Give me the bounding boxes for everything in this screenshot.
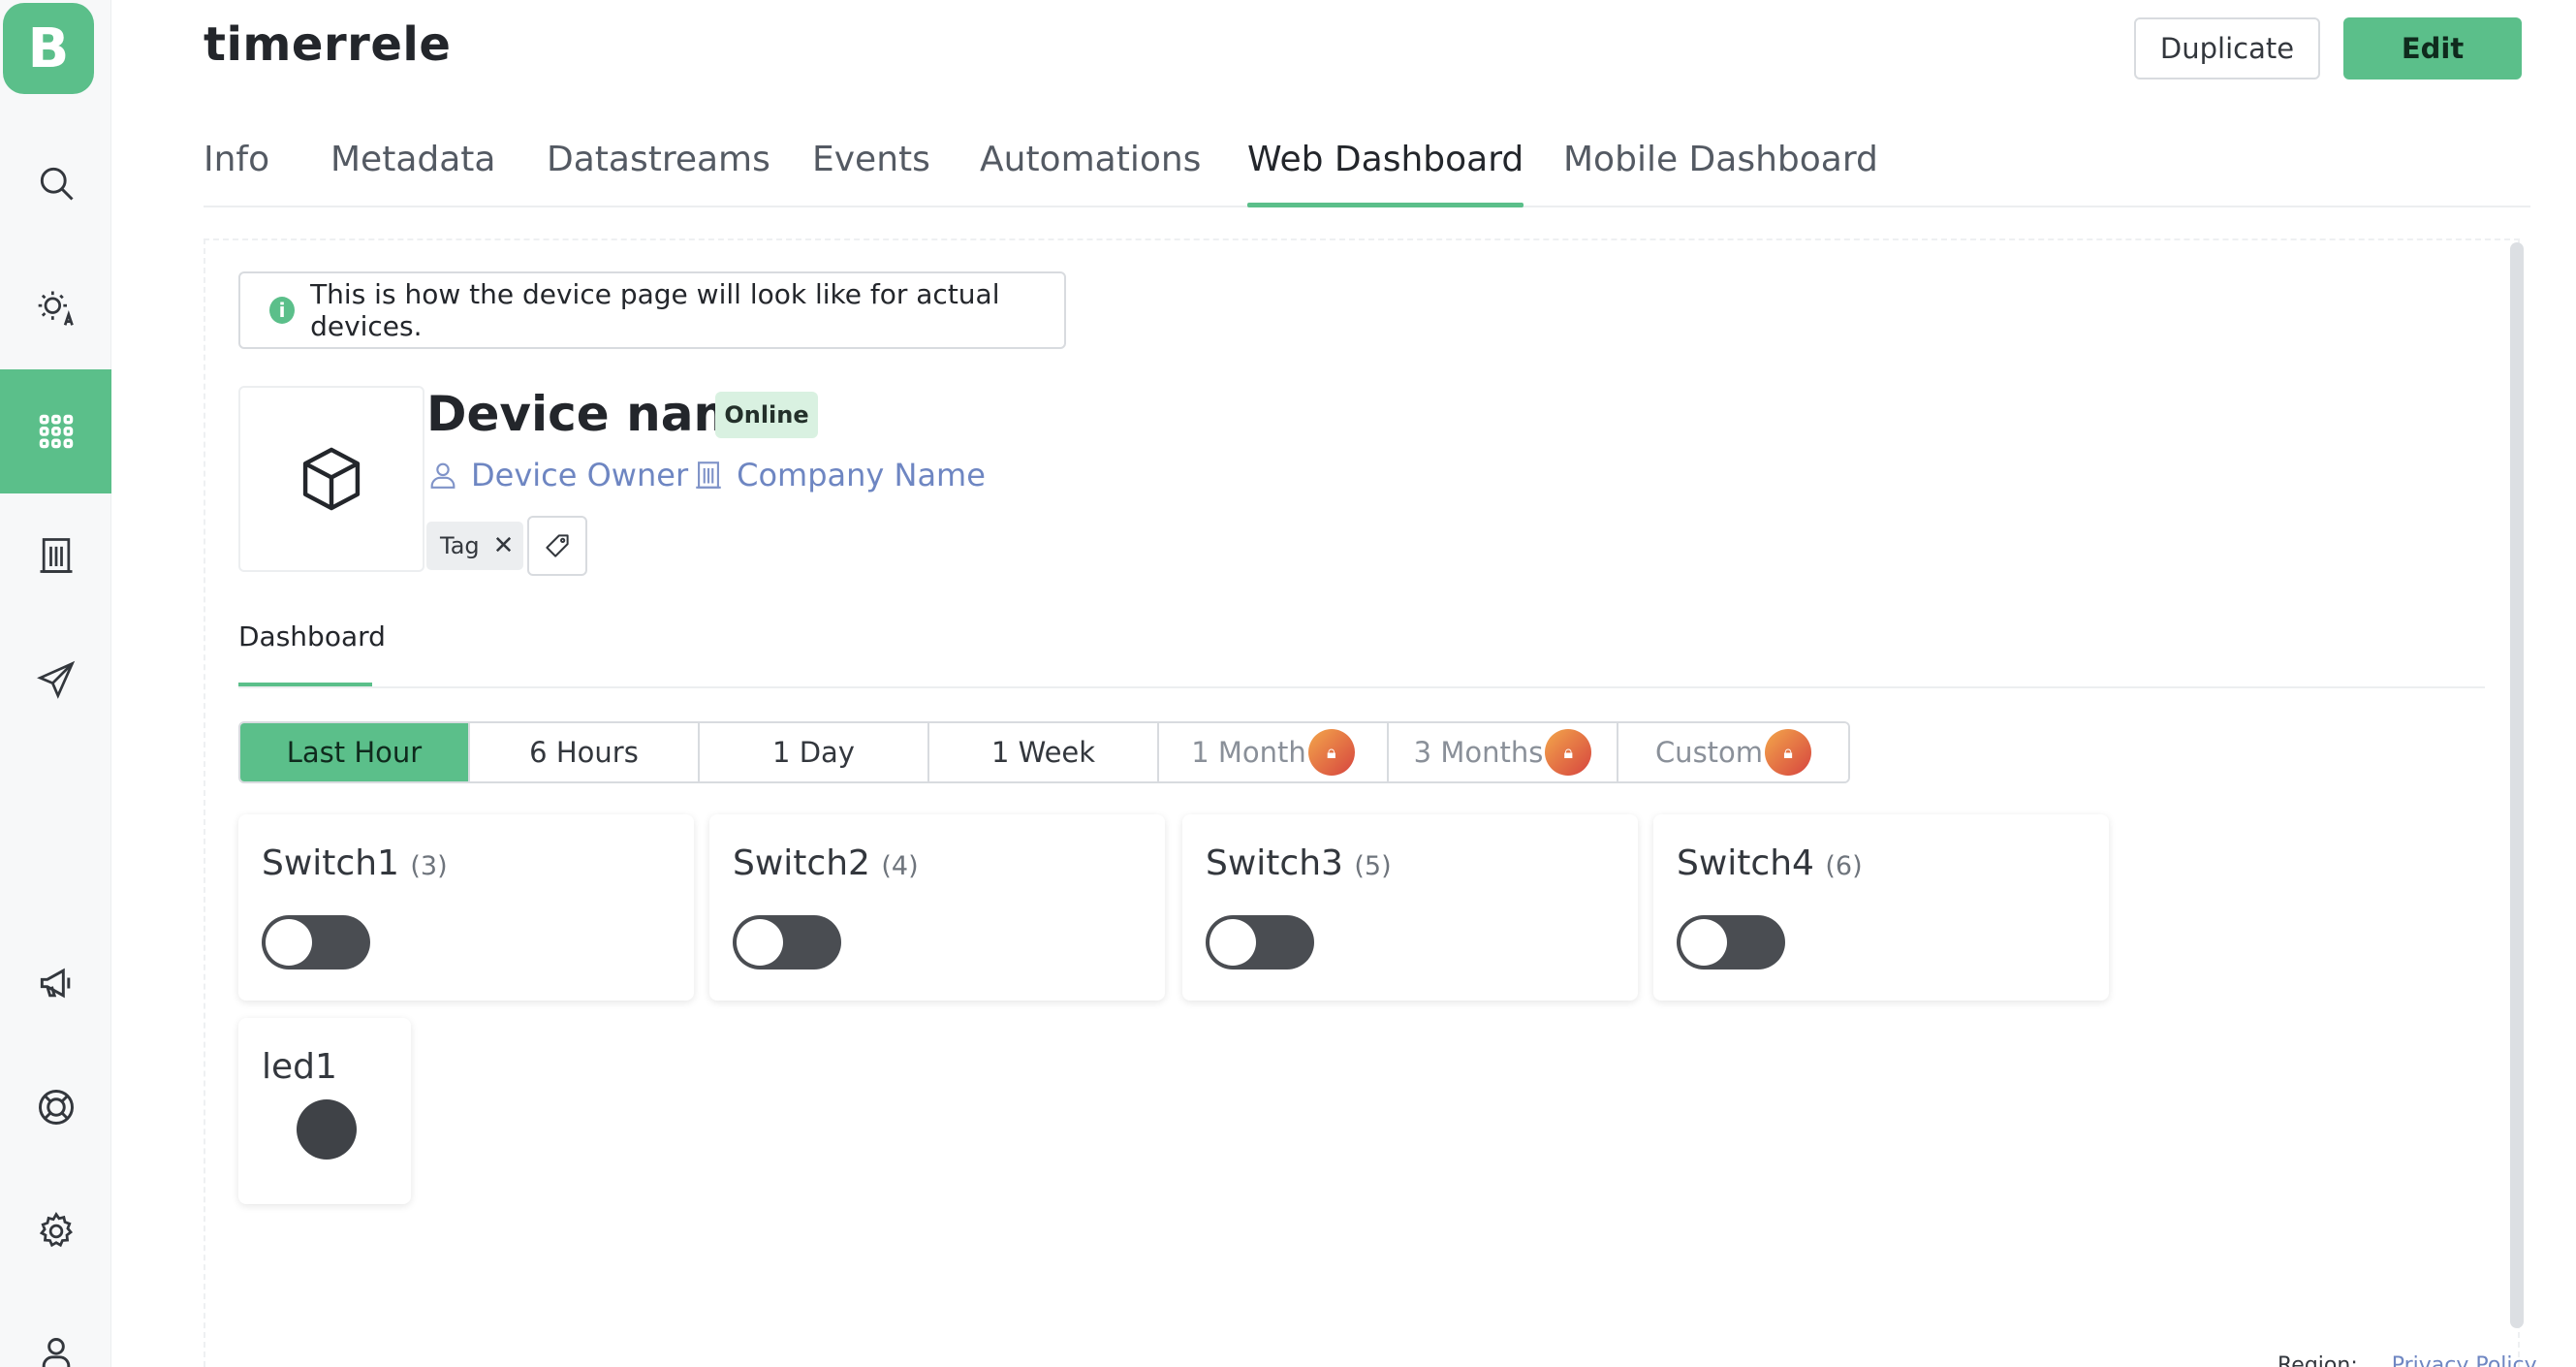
range-last-hour[interactable]: Last Hour [240, 723, 470, 781]
device-owner-link[interactable]: Device Owner [471, 457, 688, 493]
range-custom[interactable]: Custom 🔒︎ [1618, 723, 1848, 781]
toggle-knob [1209, 919, 1256, 966]
info-banner: i This is how the device page will look … [238, 271, 1066, 349]
info-banner-text: This is how the device page will look li… [310, 278, 1000, 342]
tab-info[interactable]: Info [204, 140, 269, 207]
tab-bar: Info Metadata Datastreams Events Automat… [204, 136, 2530, 207]
range-3-months[interactable]: 3 Months 🔒︎ [1389, 723, 1618, 781]
switch-widget[interactable]: Switch4 (6) [1653, 814, 2109, 1001]
grid-icon [39, 414, 73, 449]
range-6-hours[interactable]: 6 Hours [470, 723, 700, 781]
tab-datastreams[interactable]: Datastreams [547, 140, 770, 207]
page-title: timerrele [204, 17, 452, 72]
switch-widget[interactable]: Switch2 (4) [709, 814, 1165, 1001]
status-badge: Online [715, 392, 818, 438]
widget-title: Switch3 (5) [1206, 843, 1392, 883]
switch-widget[interactable]: Switch1 (3) [238, 814, 694, 1001]
building-icon [696, 461, 721, 489]
widget-pin: (4) [881, 851, 919, 881]
tab-metadata[interactable]: Metadata [330, 140, 495, 207]
duplicate-button[interactable]: Duplicate [2134, 17, 2320, 79]
range-label: 6 Hours [529, 736, 639, 769]
edit-button[interactable]: Edit [2343, 17, 2522, 79]
search-icon [40, 167, 74, 201]
switch-widget[interactable]: Switch3 (5) [1182, 814, 1638, 1001]
user-icon [430, 462, 456, 489]
close-icon[interactable]: ✕ [493, 531, 515, 560]
tag-icon [546, 534, 569, 557]
sidebar-item-help[interactable] [0, 1045, 111, 1169]
lock-icon: 🔒︎ [1765, 729, 1812, 776]
lifebuoy-icon [38, 1090, 74, 1125]
sidebar: B [0, 0, 111, 1367]
widget-name: Switch3 [1206, 843, 1343, 883]
range-label: Custom [1654, 736, 1764, 769]
tab-mobile-dashboard[interactable]: Mobile Dashboard [1563, 140, 1878, 207]
cube-icon [302, 447, 361, 511]
range-1-month[interactable]: 1 Month 🔒︎ [1159, 723, 1389, 781]
range-label: 1 Month [1191, 736, 1306, 769]
toggle-knob [737, 919, 783, 966]
sidebar-item-settings[interactable] [0, 1169, 111, 1293]
footer-text: Region: ... [2278, 1353, 2385, 1367]
toggle-knob [266, 919, 312, 966]
range-label: Last Hour [286, 736, 423, 769]
switch-toggle[interactable] [1677, 915, 1785, 970]
widget-name: Switch4 [1677, 843, 1814, 883]
range-1-day[interactable]: 1 Day [700, 723, 929, 781]
time-range-selector: Last Hour 6 Hours 1 Day 1 Week 1 Month 🔒︎… [238, 721, 1850, 783]
tag-chip: Tag ✕ [426, 522, 523, 570]
add-tag-button[interactable] [527, 516, 587, 576]
sidebar-item-search[interactable] [0, 121, 111, 245]
sidebar-item-profile[interactable] [0, 1293, 111, 1367]
range-1-week[interactable]: 1 Week [929, 723, 1159, 781]
logo[interactable]: B [3, 3, 94, 94]
switch-toggle[interactable] [262, 915, 370, 970]
range-label: 1 Week [990, 736, 1096, 769]
led-widget[interactable]: led1 [238, 1018, 411, 1204]
tag-label: Tag [440, 532, 480, 559]
user-icon [42, 1338, 70, 1367]
tab-events[interactable]: Events [812, 140, 930, 207]
tab-dashboard[interactable]: Dashboard [238, 620, 386, 652]
switch-toggle[interactable] [733, 915, 841, 970]
toggle-knob [1681, 919, 1727, 966]
scrollbar[interactable] [2510, 242, 2524, 1328]
range-label: 3 Months [1413, 736, 1544, 769]
widget-title: Switch2 (4) [733, 843, 919, 883]
lock-icon: 🔒︎ [1307, 729, 1355, 776]
switch-toggle[interactable] [1206, 915, 1314, 970]
sun-icon [38, 291, 74, 326]
widget-pin: (3) [410, 851, 448, 881]
lock-icon: 🔒︎ [1545, 729, 1592, 776]
widget-title: Switch4 (6) [1677, 843, 1863, 883]
building-icon [40, 538, 72, 573]
widget-name: Switch2 [733, 843, 870, 883]
gear-icon [39, 1212, 73, 1248]
widget-title: Switch1 (3) [262, 843, 448, 883]
sidebar-item-devices[interactable] [0, 369, 111, 493]
info-icon: i [269, 297, 296, 324]
privacy-policy-link[interactable]: Privacy Policy [2392, 1353, 2537, 1367]
widget-pin: (6) [1825, 851, 1863, 881]
tab-web-dashboard[interactable]: Web Dashboard [1247, 140, 1524, 207]
widget-name: Switch1 [262, 843, 399, 883]
sidebar-item-announcements[interactable] [0, 921, 111, 1045]
widget-title: led1 [262, 1047, 337, 1087]
sidebar-item-organizations[interactable] [0, 493, 111, 618]
device-image[interactable] [238, 386, 424, 572]
sidebar-item-developer[interactable] [0, 245, 111, 369]
divider [238, 686, 2485, 688]
sidebar-item-inbox[interactable] [0, 618, 111, 742]
led-indicator [297, 1099, 357, 1160]
device-meta: Device Owner Company Name [426, 454, 986, 496]
company-name-link[interactable]: Company Name [737, 457, 986, 493]
range-label: 1 Day [772, 736, 855, 769]
widget-name: led1 [262, 1047, 337, 1087]
megaphone-icon [40, 968, 70, 999]
footer: Region: ... Privacy Policy [2278, 1353, 2537, 1367]
tab-automations[interactable]: Automations [980, 140, 1201, 207]
widget-pin: (5) [1354, 851, 1392, 881]
send-icon [36, 660, 75, 699]
